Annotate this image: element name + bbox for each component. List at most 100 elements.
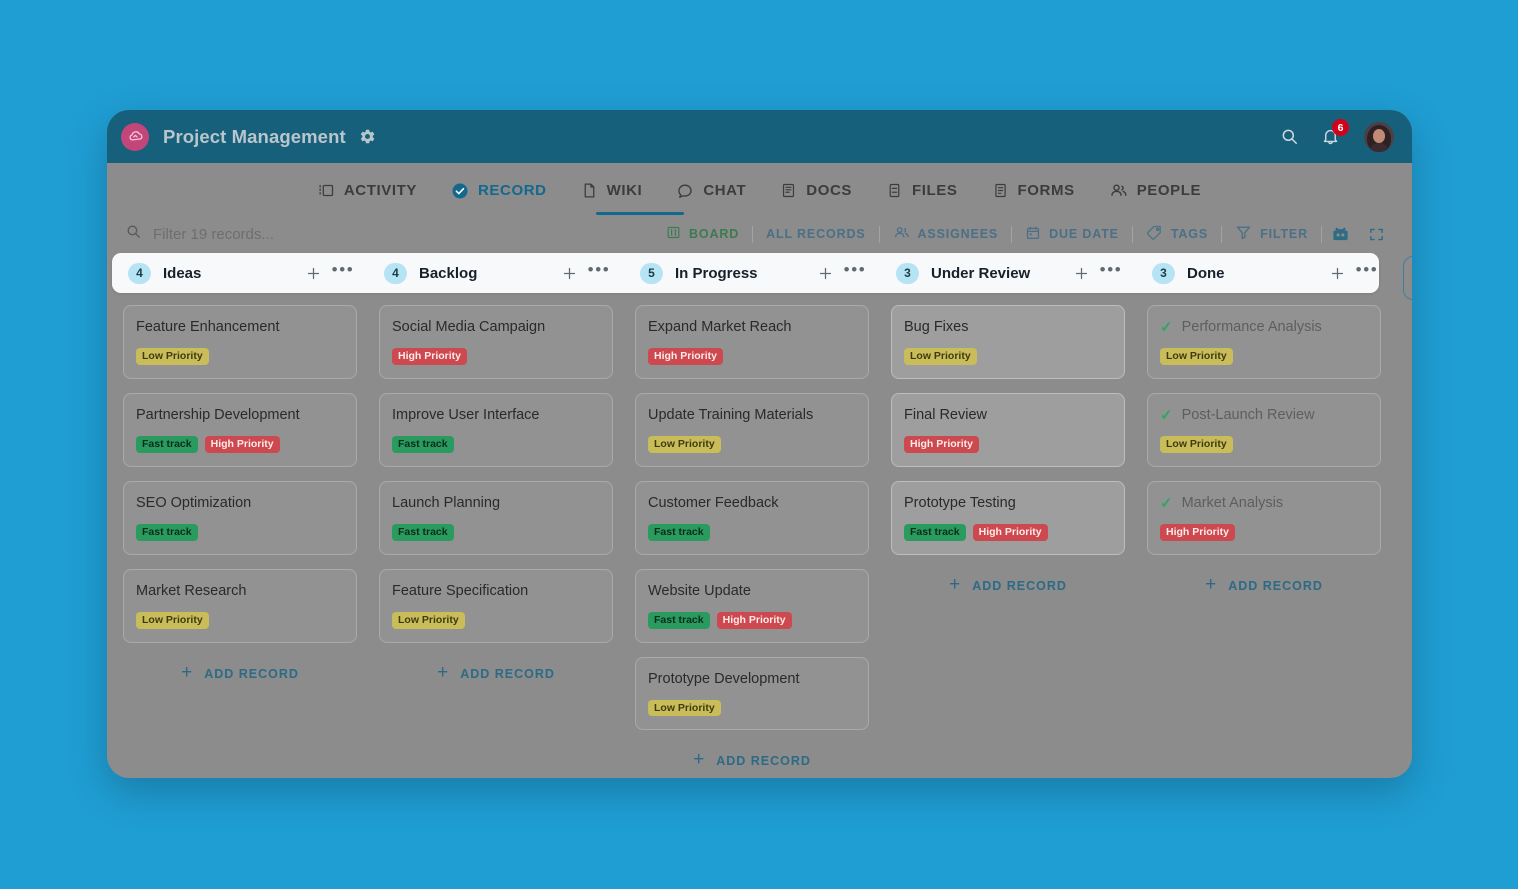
add-record-button[interactable]: +ADD RECORD: [1147, 569, 1381, 603]
tag-badge: High Priority: [904, 436, 979, 453]
gear-icon[interactable]: [359, 128, 376, 145]
filter-button[interactable]: FILTER: [1222, 224, 1321, 244]
ellipsis-icon[interactable]: •••: [844, 270, 866, 276]
bell-icon[interactable]: 6: [1321, 127, 1340, 146]
record-card[interactable]: Prototype DevelopmentLow Priority: [635, 657, 869, 731]
tab-wiki[interactable]: WIKI: [581, 163, 643, 215]
add-record-button[interactable]: +ADD RECORD: [891, 569, 1125, 603]
ellipsis-icon[interactable]: •••: [588, 270, 610, 276]
record-card[interactable]: ✓Post-Launch Review Low Priority: [1147, 393, 1381, 467]
card-title-row: Social Media Campaign: [392, 319, 599, 336]
tag-badge: Low Priority: [648, 700, 721, 717]
card-title: Expand Market Reach: [648, 319, 791, 336]
ellipsis-icon[interactable]: •••: [1356, 270, 1378, 276]
board-icon: [666, 225, 681, 243]
tab-activity[interactable]: ACTIVITY: [318, 163, 417, 215]
tag-badge: Low Priority: [392, 612, 465, 629]
ellipsis-icon[interactable]: •••: [1100, 270, 1122, 276]
record-card[interactable]: Final Review High Priority: [891, 393, 1125, 467]
all-records-button[interactable]: ALL RECORDS: [753, 227, 878, 241]
tag-badge: High Priority: [648, 348, 723, 365]
tab-docs[interactable]: DOCS: [780, 163, 852, 215]
record-card[interactable]: Expand Market Reach High Priority: [635, 305, 869, 379]
toolbar-button-label: TAGS: [1171, 227, 1208, 241]
tab-files[interactable]: FILES: [886, 163, 958, 215]
add-card-icon[interactable]: [558, 265, 580, 282]
column-title: Backlog: [419, 265, 477, 282]
tag-badge: Fast track: [648, 524, 710, 541]
notification-badge: 6: [1332, 119, 1349, 136]
add-record-label: ADD RECORD: [204, 667, 299, 681]
tags-button[interactable]: TAGS: [1133, 224, 1221, 244]
tab-label: PEOPLE: [1137, 182, 1201, 199]
tab-label: CHAT: [703, 182, 746, 199]
tab-record[interactable]: RECORD: [451, 163, 547, 215]
add-record-button[interactable]: +ADD RECORD: [635, 744, 869, 778]
kanban-board: 4 Ideas ••• 4 Backlog ••• 5 In Progres: [107, 253, 1412, 778]
card-title-row: Launch Planning: [392, 495, 599, 512]
tag-badge: Low Priority: [1160, 348, 1233, 365]
record-card[interactable]: SEO OptimizationFast track: [123, 481, 357, 555]
record-card[interactable]: Social Media Campaign High Priority: [379, 305, 613, 379]
column-title: Ideas: [163, 265, 201, 282]
record-card[interactable]: Bug FixesLow Priority: [891, 305, 1125, 379]
avatar[interactable]: [1364, 122, 1394, 152]
column-list: Feature EnhancementLow Priority Partnersh…: [112, 293, 1412, 778]
card-title: Feature Specification: [392, 583, 528, 600]
record-card[interactable]: Feature EnhancementLow Priority: [123, 305, 357, 379]
add-card-icon[interactable]: [814, 265, 836, 282]
record-card[interactable]: Feature Specification Low Priority: [379, 569, 613, 643]
next-column-peek[interactable]: [1403, 256, 1412, 300]
column-title: In Progress: [675, 265, 758, 282]
main-navigation: ACTIVITY RECORD WIKI CHAT: [107, 163, 1412, 215]
add-card-icon[interactable]: [1070, 265, 1092, 282]
record-card[interactable]: Improve User InterfaceFast track: [379, 393, 613, 467]
card-tags: High Priority: [392, 348, 599, 365]
tag-badge: Fast track: [648, 612, 710, 629]
tab-chat[interactable]: CHAT: [676, 163, 746, 215]
check-circle-icon: [451, 182, 469, 200]
record-card[interactable]: Market ResearchLow Priority: [123, 569, 357, 643]
view-board-button[interactable]: BOARD: [653, 225, 752, 243]
page-icon: [581, 182, 598, 199]
record-card[interactable]: Partnership DevelopmentFast trackHigh Pr…: [123, 393, 357, 467]
card-tags: Low Priority: [1160, 436, 1367, 453]
card-title-row: Final Review: [904, 407, 1111, 424]
card-tags: Fast track: [648, 524, 855, 541]
card-title: Social Media Campaign: [392, 319, 545, 336]
fullscreen-icon[interactable]: [1359, 226, 1394, 243]
card-title: Launch Planning: [392, 495, 500, 512]
toolbar-button-label: DUE DATE: [1049, 227, 1119, 241]
tab-label: FORMS: [1018, 182, 1075, 199]
card-title-row: Website Update: [648, 583, 855, 600]
add-record-button[interactable]: +ADD RECORD: [379, 657, 613, 691]
tag-badge: High Priority: [973, 524, 1048, 541]
add-card-icon[interactable]: [1326, 265, 1348, 282]
record-card[interactable]: ✓Performance AnalysisLow Priority: [1147, 305, 1381, 379]
record-card[interactable]: Website UpdateFast trackHigh Priority: [635, 569, 869, 643]
card-title-row: Market Research: [136, 583, 343, 600]
tab-forms[interactable]: FORMS: [992, 163, 1075, 215]
add-record-button[interactable]: +ADD RECORD: [123, 657, 357, 691]
search-icon[interactable]: [1280, 127, 1299, 146]
record-card[interactable]: Prototype TestingFast trackHigh Priority: [891, 481, 1125, 555]
record-card[interactable]: ✓Market AnalysisHigh Priority: [1147, 481, 1381, 555]
add-card-icon[interactable]: [302, 265, 324, 282]
card-title-row: ✓Post-Launch Review: [1160, 407, 1367, 424]
column-header-ideas: 4 Ideas •••: [112, 253, 368, 293]
record-card[interactable]: Customer FeedbackFast track: [635, 481, 869, 555]
people-icon: [893, 224, 910, 244]
tab-people[interactable]: PEOPLE: [1109, 163, 1201, 215]
record-card[interactable]: Launch PlanningFast track: [379, 481, 613, 555]
robot-icon[interactable]: [1322, 225, 1359, 244]
due-date-button[interactable]: DUE DATE: [1012, 225, 1132, 244]
ellipsis-icon[interactable]: •••: [332, 270, 354, 276]
toolbar-button-label: BOARD: [689, 227, 739, 241]
form-icon: [992, 182, 1009, 199]
tag-badge: Low Priority: [136, 348, 209, 365]
check-icon: ✓: [1160, 496, 1173, 511]
document-icon: [780, 182, 797, 199]
assignees-button[interactable]: ASSIGNEES: [880, 224, 1012, 244]
record-card[interactable]: Update Training MaterialsLow Priority: [635, 393, 869, 467]
filter-input[interactable]: [153, 226, 453, 243]
